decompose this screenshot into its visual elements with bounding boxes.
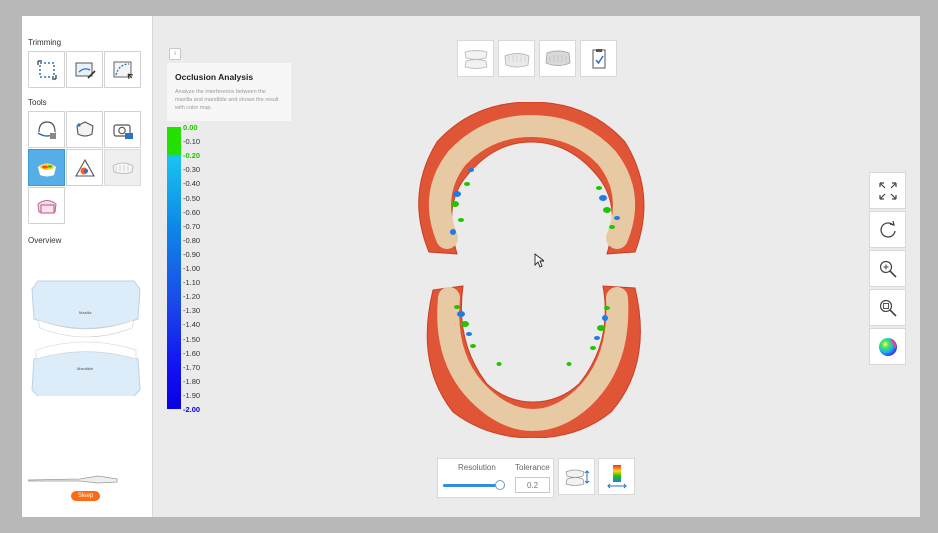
scale-label: -0.10 — [183, 137, 201, 147]
color-scale-bar — [167, 127, 181, 409]
zoom-in-icon — [879, 260, 897, 278]
rotate-icon — [880, 220, 896, 238]
color-sphere-icon — [878, 337, 897, 356]
scale-label: -0.90 — [183, 249, 201, 259]
scale-label: -0.50 — [183, 193, 201, 203]
scale-label: -1.60 — [183, 348, 201, 358]
tolerance-label: Tolerance — [515, 463, 550, 472]
scale-label: -0.80 — [183, 235, 201, 245]
color-map-button[interactable] — [869, 328, 906, 365]
overview-mandible-label: Mandible — [77, 366, 94, 371]
expand-icon — [878, 181, 897, 200]
scale-label: -2.00 — [183, 405, 201, 414]
zoom-button[interactable] — [869, 250, 906, 287]
overview-maxilla-label: Maxilla — [79, 310, 92, 315]
resolution-slider-handle[interactable] — [494, 480, 505, 490]
info-icon[interactable]: i — [169, 48, 181, 60]
scale-label: -0.60 — [183, 207, 201, 217]
zoom-area-button[interactable] — [869, 289, 906, 326]
resolution-label: Resolution — [458, 463, 496, 472]
scale-label: 0.00 — [183, 123, 198, 132]
jaw-overview-graphic — [31, 280, 141, 396]
lower-jaw-icon — [545, 50, 570, 66]
sleep-button[interactable]: Sleep — [71, 491, 100, 501]
bite-separation-button[interactable] — [558, 458, 595, 495]
color-range-icon — [606, 464, 627, 488]
left-panel: Trimming Tools Overview Maxilla Mandible… — [22, 16, 153, 517]
scale-label: -1.30 — [183, 306, 201, 316]
upper-jaw-icon — [504, 52, 529, 67]
scale-label: -0.40 — [183, 179, 201, 189]
fit-view-button[interactable] — [869, 172, 906, 209]
checklist-button[interactable] — [580, 40, 617, 77]
app-window: Trimming Tools Overview Maxilla Mandible… — [22, 16, 920, 517]
scale-label: -1.20 — [183, 292, 201, 302]
view-both-jaws-button[interactable] — [457, 40, 494, 77]
color-scale-labels: 0.00 -0.10 -0.20 -0.30 -0.40 -0.50 -0.60 -0.70 -… — [183, 124, 219, 416]
info-description: Analyze the interference between the max… — [175, 89, 279, 111]
occlusion-info-card: Occlusion Analysis Analyze the interfere… — [167, 63, 291, 121]
scale-label: -1.10 — [183, 278, 201, 288]
scale-label: -1.00 — [183, 264, 201, 273]
analysis-controls: Resolution Tolerance — [437, 458, 554, 498]
jaw-3d-view[interactable] — [407, 102, 657, 438]
scale-label: -1.80 — [183, 376, 201, 386]
clipboard-check-icon — [592, 48, 605, 68]
zoom-area-icon — [879, 299, 897, 317]
scanner-icon — [28, 475, 118, 484]
mouse-cursor-icon — [534, 253, 544, 268]
tolerance-input[interactable] — [515, 477, 550, 493]
scale-label: -0.70 — [183, 221, 201, 231]
color-range-button[interactable] — [598, 458, 635, 495]
scale-label: -1.40 — [183, 320, 201, 330]
scale-label: -1.90 — [183, 390, 201, 400]
rotate-button[interactable] — [869, 211, 906, 248]
both-jaws-icon — [463, 49, 488, 69]
view-upper-jaw-button[interactable] — [498, 40, 535, 77]
scale-label: -1.50 — [183, 334, 201, 344]
bite-separation-icon — [565, 469, 589, 486]
view-lower-jaw-button[interactable] — [539, 40, 576, 77]
scale-label: -0.20 — [183, 151, 201, 161]
info-title: Occlusion Analysis — [175, 72, 254, 82]
scale-label: -0.30 — [183, 165, 201, 175]
scale-label: -1.70 — [183, 362, 201, 372]
